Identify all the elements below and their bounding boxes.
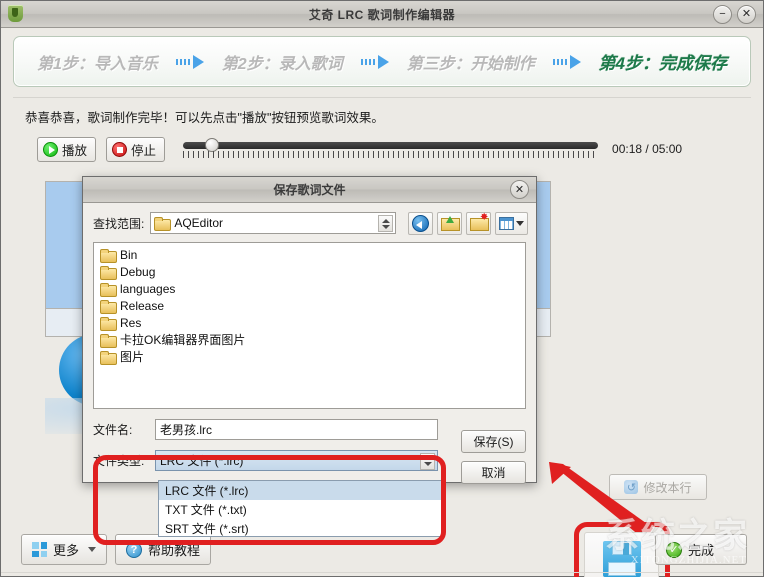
step-item-2[interactable]: 第2步：录入歌词 xyxy=(222,50,343,74)
back-button[interactable] xyxy=(408,212,433,235)
folder-icon xyxy=(100,300,115,312)
file-name: 卡拉OK编辑器界面图片 xyxy=(120,331,245,348)
file-name: Res xyxy=(120,316,141,330)
stop-icon xyxy=(112,142,127,157)
file-name: 图片 xyxy=(120,348,144,365)
file-name: languages xyxy=(120,282,175,296)
step-arrow-icon-2 xyxy=(361,55,389,69)
slider-thumb[interactable] xyxy=(205,138,219,152)
list-item[interactable]: Release xyxy=(96,297,523,314)
play-icon xyxy=(43,142,58,157)
bottom-divider xyxy=(1,572,763,573)
folder-icon xyxy=(100,334,115,346)
look-in-row: 查找范围: AQEditor xyxy=(93,211,526,235)
playback-time-label: 00:18 / 05:00 xyxy=(612,142,682,156)
dialog-toolbar xyxy=(408,212,528,235)
stop-button[interactable]: 停止 xyxy=(106,137,165,162)
view-list-icon xyxy=(499,217,514,230)
check-circle-icon: ✓ xyxy=(666,542,682,558)
file-name: Debug xyxy=(120,265,155,279)
filename-label: 文件名: xyxy=(93,421,155,438)
file-list[interactable]: Bin Debug languages Release Res 卡拉OK编辑器界… xyxy=(93,242,526,409)
dialog-title: 保存歌词文件 xyxy=(273,181,345,198)
status-message: 恭喜恭喜，歌词制作完毕！可以先点击"播放"按钮预览歌词效果。 xyxy=(1,98,763,132)
folder-icon xyxy=(100,351,115,363)
step-item-4[interactable]: 第4步：完成保存 xyxy=(599,49,727,74)
view-mode-button[interactable] xyxy=(495,212,528,235)
file-name: Bin xyxy=(120,248,137,262)
folder-icon xyxy=(100,266,115,278)
grid-icon xyxy=(32,542,47,557)
file-name: Release xyxy=(120,299,164,313)
minimize-button[interactable]: − xyxy=(713,5,732,24)
look-in-value: AQEditor xyxy=(174,216,223,230)
list-item[interactable]: Debug xyxy=(96,263,523,280)
steps-bar: 第1步：导入音乐 第2步：录入歌词 第三步：开始制作 第4步：完成保存 xyxy=(1,28,763,93)
list-item[interactable]: Res xyxy=(96,314,523,331)
dialog-cancel-button[interactable]: 取消 xyxy=(461,461,526,484)
up-one-level-button[interactable] xyxy=(437,212,462,235)
list-item[interactable]: 图片 xyxy=(96,348,523,365)
slider-track xyxy=(183,142,598,149)
folder-icon xyxy=(100,249,115,261)
dialog-close-button[interactable]: ✕ xyxy=(510,180,529,199)
close-button[interactable]: ✕ xyxy=(737,5,756,24)
slider-ticks xyxy=(183,151,598,158)
chevron-down-icon xyxy=(516,221,524,226)
play-button-label: 播放 xyxy=(62,140,87,159)
save-file-dialog: 保存歌词文件 ✕ 查找范围: AQEditor xyxy=(82,176,537,483)
finish-button[interactable]: ✓ 完成 xyxy=(655,534,747,565)
step-item-1[interactable]: 第1步：导入音乐 xyxy=(37,50,158,74)
filetype-highlight xyxy=(93,455,446,545)
new-folder-button[interactable] xyxy=(466,212,491,235)
look-in-spinner[interactable] xyxy=(378,215,393,232)
up-folder-icon xyxy=(441,216,458,231)
window-titlebar: 艾奇 LRC 歌词制作编辑器 − ✕ xyxy=(1,1,763,28)
look-in-label: 查找范围: xyxy=(93,215,144,232)
window-controls: − ✕ xyxy=(713,5,756,24)
step-arrow-icon-1 xyxy=(176,55,204,69)
playback-slider[interactable] xyxy=(183,136,598,162)
step-item-3[interactable]: 第三步：开始制作 xyxy=(407,50,535,74)
back-arrow-icon xyxy=(412,215,429,232)
filename-input[interactable]: 老男孩.lrc xyxy=(155,419,438,440)
window-title: 艾奇 LRC 歌词制作编辑器 xyxy=(1,6,763,23)
folder-icon xyxy=(100,283,115,295)
transport-bar: 播放 停止 00:18 / 05:00 xyxy=(1,132,763,166)
dialog-save-button[interactable]: 保存(S) xyxy=(461,430,526,453)
list-item[interactable]: Bin xyxy=(96,246,523,263)
list-item[interactable]: 卡拉OK编辑器界面图片 xyxy=(96,331,523,348)
folder-icon xyxy=(154,217,169,229)
step-arrow-icon-3 xyxy=(553,55,581,69)
look-in-combobox[interactable]: AQEditor xyxy=(150,212,396,234)
finish-button-label: 完成 xyxy=(688,540,714,559)
folder-icon xyxy=(100,317,115,329)
list-item[interactable]: languages xyxy=(96,280,523,297)
new-folder-icon xyxy=(470,216,487,231)
play-button[interactable]: 播放 xyxy=(37,137,96,162)
chevron-down-icon xyxy=(88,547,96,552)
stop-button-label: 停止 xyxy=(131,140,156,159)
more-button-label: 更多 xyxy=(53,540,79,559)
dialog-titlebar: 保存歌词文件 ✕ xyxy=(83,177,536,203)
